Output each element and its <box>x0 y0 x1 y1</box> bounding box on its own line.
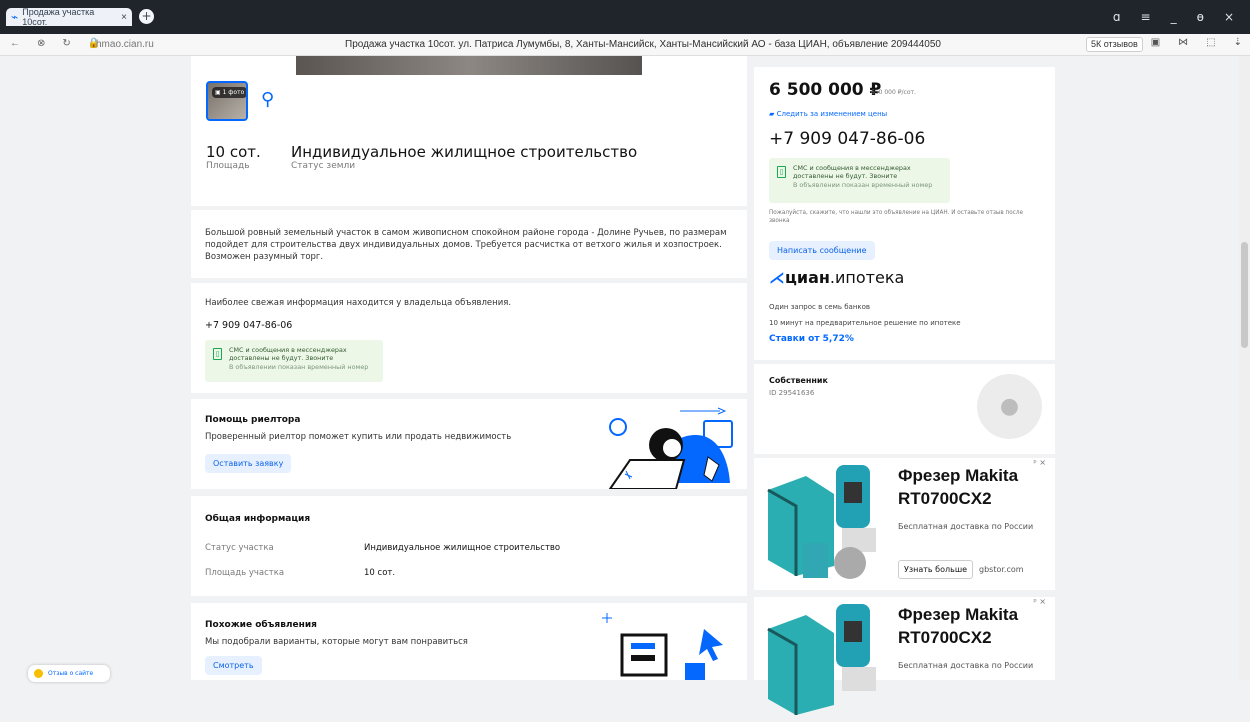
main-photo[interactable] <box>296 56 642 75</box>
user-icon: ● <box>977 374 1042 439</box>
listing-header-card: ▣ 1 фото ⚲ 10 сот. Площадь Индивидуально… <box>191 56 747 206</box>
realtor-text: Проверенный риелтор поможет купить или п… <box>205 432 512 442</box>
router-product-image <box>767 465 876 579</box>
photo-thumbnail[interactable]: ▣ 1 фото <box>206 81 248 121</box>
window-close-icon[interactable]: × <box>1224 10 1234 24</box>
status-label: Статус земли <box>291 161 356 171</box>
status-fact: Индивидуальное жилищное строительство Ст… <box>291 143 637 171</box>
notification-icon: ▰ <box>769 110 777 118</box>
smile-icon <box>34 669 43 678</box>
cian-tab-icon: ⌁ <box>11 10 19 24</box>
price-per-sotka: 650 000 ₽/сот. <box>871 89 916 96</box>
feedback-button[interactable]: Отзыв о сайте <box>28 665 110 682</box>
ad-learn-more-button[interactable]: Узнать больше <box>898 560 974 579</box>
window-minimize-icon[interactable]: _ <box>1171 10 1177 24</box>
general-status-value: Индивидуальное жилищное строительство <box>364 543 561 553</box>
browser-tools: ▣ ⋈ ⬚ ⇣ <box>1151 37 1242 48</box>
status-value: Индивидуальное жилищное строительство <box>291 143 638 161</box>
leave-request-button[interactable]: Оставить заявку <box>205 454 292 473</box>
owner-card: Собственник ID 29541636 ● <box>754 364 1055 454</box>
write-message-button[interactable]: Написать сообщение <box>769 241 875 260</box>
follow-price-link[interactable]: ▰ Следить за изменением цены <box>769 110 887 118</box>
sidebar-phone[interactable]: +7 909 047-86-06 <box>769 129 925 149</box>
phone-icon: ▯ <box>777 166 786 178</box>
area-label: Площадь <box>206 161 250 171</box>
browser-navigation: ← ⊗ ↻ 🔒 <box>10 38 100 49</box>
ad-title[interactable]: Фрезер Makita RT0700CX2 <box>898 603 1043 649</box>
cian-mortgage-logo: ⋌циан.ипотека <box>769 268 905 287</box>
contact-card: Наиболее свежая информация находится у в… <box>191 283 747 393</box>
map-pin-icon: ⚲ <box>261 89 275 110</box>
window-restore-icon[interactable]: ɵ <box>1197 10 1204 24</box>
ad-close-icon[interactable]: ᵖ × <box>1033 597 1046 606</box>
router-product-image <box>767 604 876 715</box>
scrollbar-thumb[interactable] <box>1241 242 1248 348</box>
browser-tab[interactable]: ⌁ Продажа участка 10сот. × <box>6 7 132 27</box>
realtor-illustration <box>608 407 733 489</box>
download-icon[interactable]: ⇣ <box>1234 37 1242 48</box>
makita-ad-1[interactable]: Фрезер Makita RT0700CX2 Бесплатная достав… <box>754 458 1055 590</box>
phone-warning-note: ▯ СМС и сообщения в мессенджерах доставле… <box>205 340 383 382</box>
general-area-value: 10 сот. <box>364 568 396 578</box>
owner-label: Собственник <box>769 376 828 385</box>
description-card: Большой ровный земельный участок в самом… <box>191 210 747 278</box>
browser-titlebar: ⌁ Продажа участка 10сот. × + ɑ ≡ _ ɵ × <box>0 0 1250 34</box>
window-profile-icon[interactable]: ɑ <box>1113 10 1121 24</box>
window-menu-icon[interactable]: ≡ <box>1141 10 1151 24</box>
bookmark-icon[interactable]: ⋈ <box>1178 37 1188 48</box>
cian-notice: Пожалуйста, скажите, что нашли это объяв… <box>769 210 1023 224</box>
extension-icon[interactable]: ⬚ <box>1206 37 1215 48</box>
price-contact-sidebar: 6 500 000 ₽ 650 000 ₽/сот. ▰ Следить за … <box>754 67 1055 360</box>
stop-icon[interactable]: ⊗ <box>37 38 45 49</box>
makita-ad-2[interactable]: Фрезер Makita RT0700CX2 Бесплатная достав… <box>754 597 1055 715</box>
general-title: Общая информация <box>205 514 311 524</box>
general-status-label: Статус участка <box>205 543 274 553</box>
contact-phone[interactable]: +7 909 047-86-06 <box>205 320 292 331</box>
mortgage-line-1: Один запрос в семь банков <box>769 303 871 311</box>
reload-icon[interactable]: ↻ <box>62 38 70 49</box>
page-scrollbar[interactable] <box>1239 56 1250 680</box>
url-field[interactable]: hmao.cian.ru <box>96 39 154 50</box>
tab-close-icon[interactable]: × <box>121 12 127 23</box>
camera-icon: ▣ <box>215 89 223 96</box>
similar-text: Мы подобрали варианты, которые могут вам… <box>205 637 468 647</box>
general-info-card: Общая информация Статус участка Индивиду… <box>191 496 747 596</box>
area-value: 10 сот. <box>206 143 261 161</box>
back-icon[interactable]: ← <box>10 38 20 49</box>
sidebar-phone-warning-note: ▯ СМС и сообщения в мессенджерах доставле… <box>769 158 950 203</box>
description-text: Большой ровный земельный участок в самом… <box>205 228 727 262</box>
similar-listings-illustration <box>602 613 723 680</box>
reviews-button[interactable]: 5К отзывов <box>1086 37 1143 52</box>
area-fact: 10 сот. Площадь <box>206 143 261 171</box>
similar-title: Похожие объявления <box>205 620 317 630</box>
new-tab-icon[interactable]: + <box>139 9 154 24</box>
ad-title[interactable]: Фрезер Makita RT0700CX2 <box>898 464 1043 510</box>
realtor-title: Помощь риелтора <box>205 415 301 425</box>
ad-close-icon[interactable]: ᵖ × <box>1033 458 1046 467</box>
similar-listings-card: Похожие объявления Мы подобрали варианты… <box>191 603 747 680</box>
page-title: Продажа участка 10сот. ул. Патриса Лумум… <box>345 39 941 50</box>
realtor-help-card: Помощь риелтора Проверенный риелтор помо… <box>191 399 747 489</box>
general-area-label: Площадь участка <box>205 568 285 578</box>
phone-icon: ▯ <box>213 348 222 360</box>
mortgage-rate-link[interactable]: Ставки от 5,72% <box>769 334 854 344</box>
cian-logo-icon: ⋌ <box>769 268 785 287</box>
owner-id: ID 29541636 <box>769 389 815 397</box>
price: 6 500 000 ₽ <box>769 80 882 100</box>
address-bar: ← ⊗ ↻ 🔒 hmao.cian.ru Продажа участка 10с… <box>0 34 1250 56</box>
contact-info-text: Наиболее свежая информация находится у в… <box>205 298 512 308</box>
ad-description: Бесплатная доставка по России <box>898 661 1034 670</box>
mortgage-line-2: 10 минут на предварительное решение по и… <box>769 319 961 327</box>
photo-count-badge: ▣ 1 фото <box>212 87 246 98</box>
view-similar-button[interactable]: Смотреть <box>205 656 262 675</box>
window-controls: ɑ ≡ _ ɵ × <box>1113 10 1234 24</box>
reader-icon[interactable]: ▣ <box>1151 37 1160 48</box>
tab-title: Продажа участка 10сот. <box>22 7 95 27</box>
ad-description: Бесплатная доставка по России <box>898 522 1034 531</box>
ad-domain[interactable]: gbstor.com <box>979 565 1024 574</box>
